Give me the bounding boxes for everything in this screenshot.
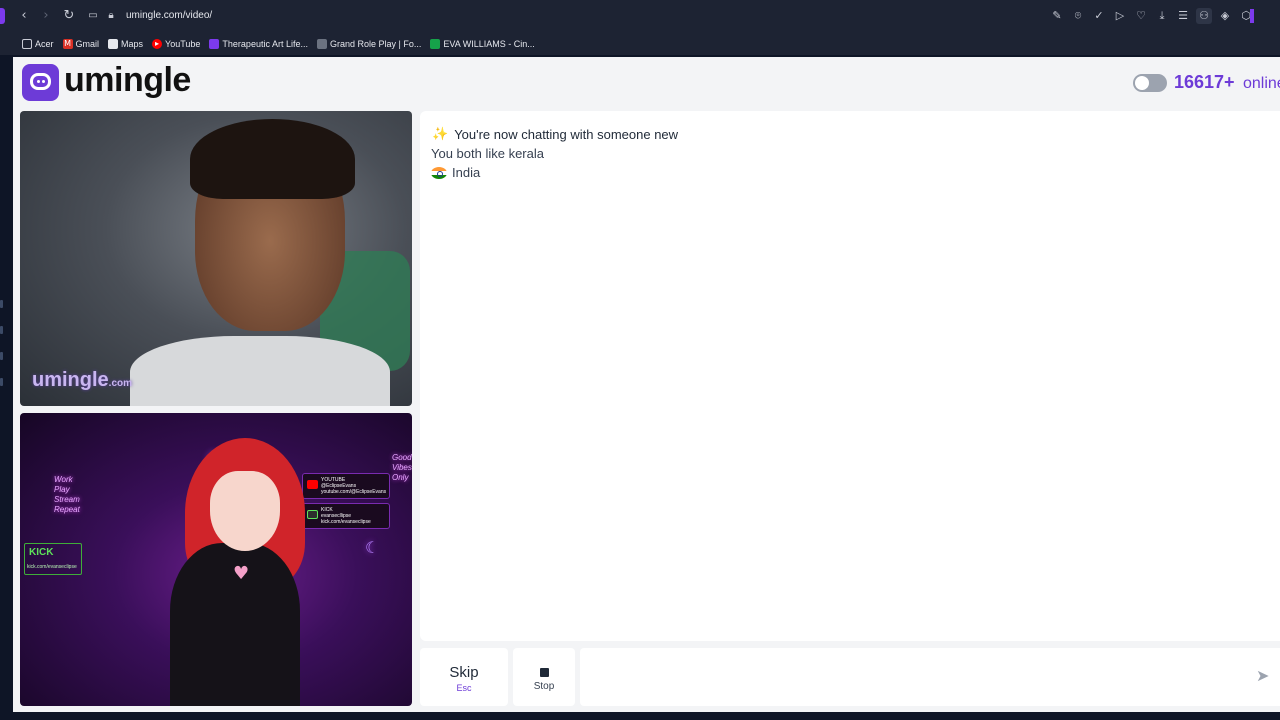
- chat-panel: ✨ You're now chatting with someone new Y…: [420, 111, 1280, 641]
- bookmark-therapeutic-art[interactable]: Therapeutic Art Life...: [209, 39, 308, 49]
- bookmark-gmail[interactable]: M Gmail: [62, 39, 99, 49]
- send-icon[interactable]: ➤: [1256, 666, 1269, 685]
- toggle-knob: [1135, 76, 1149, 90]
- video-watermark: umingle.com: [32, 369, 133, 391]
- skip-shortcut: Esc: [456, 683, 472, 693]
- site-header: umingle 16617+ online: [13, 57, 1280, 107]
- stop-label: Stop: [533, 681, 555, 692]
- neon-sign-left: Work Play Stream Repeat: [54, 475, 80, 514]
- neon-sign-right: Good Vibes Only: [392, 453, 412, 482]
- file-icon: [108, 39, 119, 49]
- menu-icon[interactable]: ☰: [1175, 8, 1191, 24]
- youtube-icon: [307, 480, 318, 489]
- grand-roleplay-icon: [316, 39, 327, 49]
- kick-icon: [307, 510, 318, 519]
- shared-interest-text: You both like kerala: [431, 146, 544, 161]
- bookmark-youtube[interactable]: ▸ YouTube: [152, 39, 200, 49]
- youtube-card: YOUTUBE @EclipseEvans youtube.com/@Eclip…: [302, 473, 390, 499]
- avatar-face: [210, 471, 280, 551]
- kick-card: KICK evansecllipse kick.com/evanseclipse: [302, 503, 390, 529]
- address-bar[interactable]: umingle.com/video/: [126, 10, 212, 21]
- country-name: India: [452, 165, 481, 180]
- reload-icon[interactable]: ↻: [61, 8, 77, 24]
- bookmark-grand-roleplay[interactable]: Grand Role Play | Fo...: [316, 39, 421, 49]
- self-video: Work Play Stream Repeat Good Vibes Only …: [20, 413, 412, 706]
- india-flag-icon: [431, 166, 447, 179]
- moon-icon: ☾: [365, 538, 380, 557]
- heart-icon: ♥: [233, 563, 250, 584]
- forward-icon[interactable]: ›: [38, 8, 54, 24]
- edit-icon[interactable]: ✎: [1049, 8, 1065, 24]
- bookmark-maps[interactable]: Maps: [108, 39, 143, 49]
- side-indicators: [0, 300, 4, 400]
- eva-williams-icon: [430, 39, 441, 49]
- folder-icon: [22, 39, 32, 49]
- lock-icon[interactable]: 🔒︎: [103, 8, 119, 24]
- page-icon[interactable]: ▭: [85, 8, 101, 24]
- therapeutic-art-icon: [209, 39, 220, 49]
- stranger-hair: [190, 119, 355, 199]
- toolbar-actions: ✎ ⌾ ✓ ▷ ♡ ⤓ ☰ ⚇ ◈ ⬡: [1049, 8, 1254, 24]
- stranger-shirt: [130, 336, 390, 406]
- bookmark-eva-williams[interactable]: EVA WILLIAMS - Cin...: [430, 39, 535, 49]
- stranger-video: umingle.com: [20, 111, 412, 406]
- kick-neon-sign: KICK kick.com/evanseclipse: [24, 543, 82, 575]
- connected-text: You're now chatting with someone new: [454, 127, 679, 142]
- browser-accent: [0, 8, 5, 24]
- camera-icon[interactable]: ⌾: [1070, 8, 1086, 24]
- umingle-page: umingle 16617+ online umingle.com Work P…: [13, 57, 1280, 712]
- skip-button[interactable]: Skip Esc: [420, 648, 508, 706]
- online-count: 16617+: [1174, 72, 1235, 92]
- stop-button[interactable]: Stop: [513, 648, 575, 706]
- online-label: online: [1243, 75, 1280, 92]
- stranger-country: India: [431, 165, 480, 180]
- youtube-icon: ▸: [152, 39, 163, 49]
- download-icon[interactable]: ⤓: [1154, 8, 1170, 24]
- message-input[interactable]: [580, 648, 1280, 706]
- play-icon[interactable]: ▷: [1112, 8, 1128, 24]
- profile-icon[interactable]: ⚇: [1196, 8, 1212, 24]
- back-icon[interactable]: ‹: [16, 8, 32, 24]
- gmail-icon: M: [62, 39, 73, 49]
- browser-toolbar: ‹ › ↻ ▭ 🔒︎ umingle.com/video/ ✎ ⌾ ✓ ▷ ♡ …: [0, 0, 1280, 33]
- heart-icon[interactable]: ♡: [1133, 8, 1149, 24]
- theme-toggle[interactable]: [1133, 74, 1167, 92]
- system-message-connected: ✨ You're now chatting with someone new: [432, 127, 678, 142]
- shield-check-icon[interactable]: ✓: [1091, 8, 1107, 24]
- bookmarks-bar: Acer M Gmail Maps ▸ YouTube Therapeutic Ar…: [0, 33, 1280, 55]
- bookmark-acer[interactable]: Acer: [22, 39, 54, 49]
- sparkles-icon: ✨: [432, 127, 449, 142]
- skip-label: Skip: [449, 664, 479, 681]
- logo-text[interactable]: umingle: [64, 61, 191, 100]
- logo-icon[interactable]: [22, 64, 59, 101]
- stop-icon: [540, 668, 549, 677]
- toolbar-accent: [1250, 9, 1254, 23]
- extension-icon[interactable]: ◈: [1217, 8, 1233, 24]
